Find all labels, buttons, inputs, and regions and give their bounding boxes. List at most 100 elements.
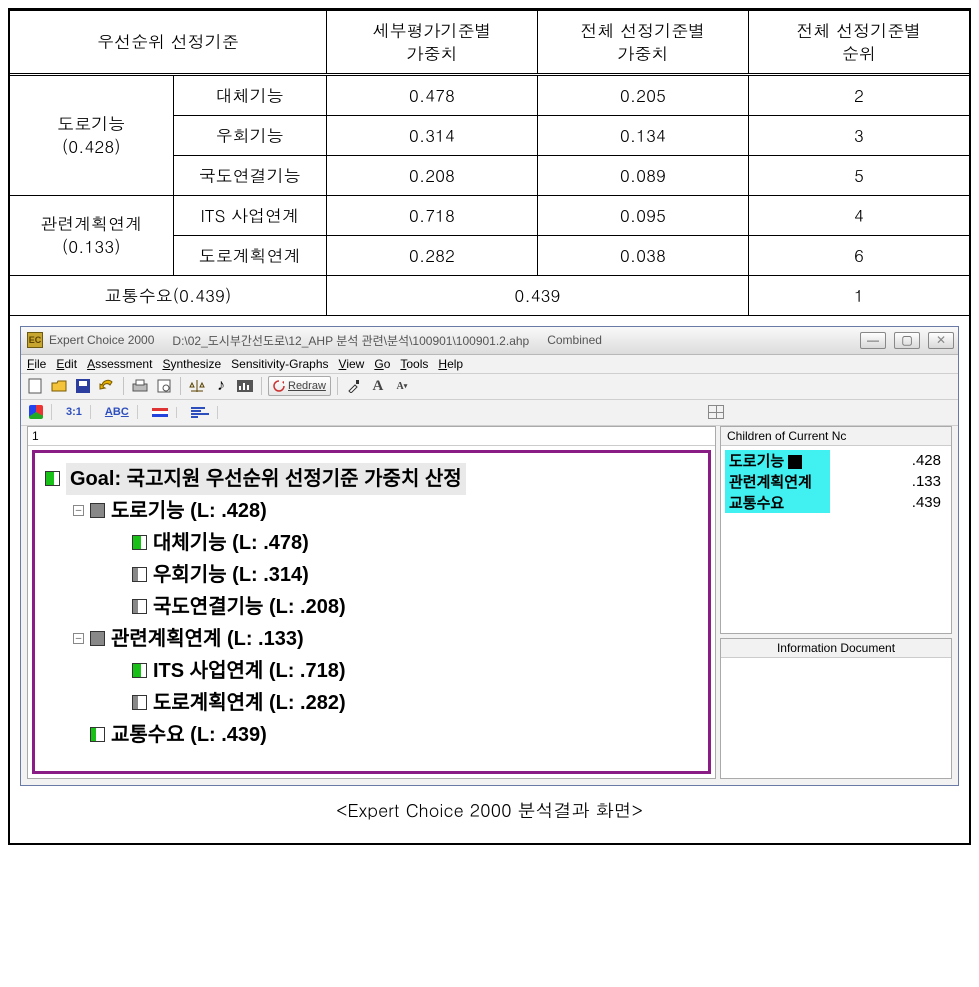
weights-table: 우선순위 선정기준 세부평가기준별 가중치 전체 선정기준별 가중치 전체 선정… bbox=[10, 10, 969, 316]
g2r1-gw: 0.095 bbox=[537, 195, 748, 235]
g2r1-w: 0.718 bbox=[326, 195, 537, 235]
undo-icon[interactable] bbox=[97, 376, 117, 396]
g1r2-sub: 우회기능 bbox=[173, 115, 326, 155]
group2-label: 관련계획연계 (0.133) bbox=[10, 195, 173, 275]
tree-node-road[interactable]: – 도로기능 (L: .428) bbox=[45, 495, 698, 527]
dropper-icon[interactable] bbox=[344, 376, 364, 396]
col-criteria: 우선순위 선정기준 bbox=[10, 11, 326, 75]
info-panel-title: Information Document bbox=[721, 639, 951, 658]
chart-icon[interactable] bbox=[235, 376, 255, 396]
tree-node-road-c[interactable]: . 국도연결기능 (L: .208) bbox=[45, 591, 698, 623]
tree-node-plan[interactable]: – 관련계획연계 (L: .133) bbox=[45, 623, 698, 655]
new-file-icon[interactable] bbox=[25, 376, 45, 396]
note-icon[interactable]: ♪ bbox=[211, 376, 231, 396]
g1r3-gw: 0.089 bbox=[537, 155, 748, 195]
group3-rank: 1 bbox=[748, 275, 969, 315]
minimize-button[interactable]: — bbox=[860, 332, 886, 349]
child-name: 관련계획연계 bbox=[725, 471, 830, 492]
tree-node-demand[interactable]: . 교통수요 (L: .439) bbox=[45, 719, 698, 751]
g1r1-gw: 0.205 bbox=[537, 74, 748, 115]
node-icon bbox=[45, 471, 60, 486]
node-icon bbox=[132, 567, 147, 582]
g2r1-rank: 4 bbox=[748, 195, 969, 235]
menu-help[interactable]: Help bbox=[438, 357, 463, 371]
menu-assessment[interactable]: Assessment bbox=[87, 357, 152, 371]
app-title: Expert Choice 2000 bbox=[49, 333, 154, 347]
children-panel-title: Children of Current Nc bbox=[721, 427, 951, 446]
grid-icon[interactable] bbox=[708, 405, 724, 419]
balance-icon[interactable] bbox=[187, 376, 207, 396]
mode-label: Combined bbox=[547, 333, 602, 347]
info-panel-body[interactable] bbox=[721, 658, 951, 778]
g1r3-w: 0.208 bbox=[326, 155, 537, 195]
g1r3-rank: 5 bbox=[748, 155, 969, 195]
menubar: File Edit Assessment Synthesize Sensitiv… bbox=[21, 355, 958, 374]
menu-file[interactable]: File bbox=[27, 357, 46, 371]
node-icon bbox=[132, 535, 147, 550]
info-panel: Information Document bbox=[720, 638, 952, 779]
g1r2-gw: 0.134 bbox=[537, 115, 748, 155]
menu-synthesize[interactable]: Synthesize bbox=[162, 357, 221, 371]
hierarchy-tree[interactable]: Goal: 국고지원 우선순위 선정기준 가중치 산정 – 도로기능 (L: .… bbox=[32, 450, 711, 774]
menu-view[interactable]: View bbox=[339, 357, 365, 371]
tree-pane: 1 Goal: 국고지원 우선순위 선정기준 가중치 산정 – 도로기능 (L:… bbox=[27, 426, 716, 779]
redraw-button[interactable]: Redraw bbox=[268, 376, 331, 396]
group3-gw: 0.439 bbox=[326, 275, 748, 315]
bands-tab[interactable] bbox=[148, 407, 177, 418]
menu-go[interactable]: Go bbox=[374, 357, 390, 371]
node-icon bbox=[132, 599, 147, 614]
col-sub-weight: 세부평가기준별 가중치 bbox=[326, 11, 537, 75]
print-icon[interactable] bbox=[130, 376, 150, 396]
g1r1-rank: 2 bbox=[748, 74, 969, 115]
children-panel: Children of Current Nc 도로기능 .428 관련계획연계 … bbox=[720, 426, 952, 634]
g1r2-rank: 3 bbox=[748, 115, 969, 155]
collapse-icon[interactable]: – bbox=[73, 505, 84, 516]
g1r1-sub: 대체기능 bbox=[173, 74, 326, 115]
menu-edit[interactable]: Edit bbox=[56, 357, 77, 371]
g2r1-sub: ITS 사업연계 bbox=[173, 195, 326, 235]
save-icon[interactable] bbox=[73, 376, 93, 396]
g2r2-gw: 0.038 bbox=[537, 235, 748, 275]
tree-goal[interactable]: Goal: 국고지원 우선순위 선정기준 가중치 산정 bbox=[45, 463, 698, 495]
node-icon bbox=[90, 727, 105, 742]
child-name: 교통수요 bbox=[725, 492, 830, 513]
titlebar[interactable]: EC Expert Choice 2000 D:\02_도시부간선도로\12_A… bbox=[21, 327, 958, 355]
tree-node-plan-a[interactable]: . ITS 사업연계 (L: .718) bbox=[45, 655, 698, 687]
group3-label: 교통수요(0.439) bbox=[10, 275, 326, 315]
open-file-icon[interactable] bbox=[49, 376, 69, 396]
maximize-button[interactable]: ▢ bbox=[894, 332, 920, 349]
tree-node-road-b[interactable]: . 우회기능 (L: .314) bbox=[45, 559, 698, 591]
menu-tools[interactable]: Tools bbox=[400, 357, 428, 371]
node-icon bbox=[90, 631, 105, 646]
ratio-tab[interactable]: 3:1 bbox=[62, 405, 91, 419]
col-total-weight: 전체 선정기준별 가중치 bbox=[537, 11, 748, 75]
g2r2-w: 0.282 bbox=[326, 235, 537, 275]
g1r1-w: 0.478 bbox=[326, 74, 537, 115]
rgb-cube-icon bbox=[29, 405, 43, 419]
child-row[interactable]: 도로기능 .428 bbox=[725, 450, 947, 471]
print-preview-icon[interactable] bbox=[154, 376, 174, 396]
tree-node-road-a[interactable]: . 대체기능 (L: .478) bbox=[45, 527, 698, 559]
node-icon bbox=[132, 663, 147, 678]
tree-node-plan-b[interactable]: . 도로계획연계 (L: .282) bbox=[45, 687, 698, 719]
col-rank: 전체 선정기준별 순위 bbox=[748, 11, 969, 75]
font-small-icon[interactable]: A▾ bbox=[392, 376, 412, 396]
collapse-icon[interactable]: – bbox=[73, 633, 84, 644]
child-row[interactable]: 교통수요 .439 bbox=[725, 492, 947, 513]
expert-choice-window: EC Expert Choice 2000 D:\02_도시부간선도로\12_A… bbox=[20, 326, 959, 786]
node-icon bbox=[132, 695, 147, 710]
close-button[interactable]: ✕ bbox=[928, 332, 954, 349]
app-icon: EC bbox=[27, 332, 43, 348]
menu-sensitivity[interactable]: Sensitivity-Graphs bbox=[231, 357, 328, 371]
abc-tab[interactable]: ABC bbox=[101, 405, 138, 419]
font-large-icon[interactable]: A bbox=[368, 376, 388, 396]
group1-label: 도로기능 (0.428) bbox=[10, 74, 173, 195]
cube-tab[interactable] bbox=[25, 404, 52, 420]
toolbar-secondary: 3:1 ABC bbox=[21, 400, 958, 426]
tree-pane-header: 1 bbox=[28, 427, 715, 446]
child-value: .133 bbox=[830, 473, 947, 490]
child-row[interactable]: 관련계획연계 .133 bbox=[725, 471, 947, 492]
bars-tab[interactable] bbox=[187, 406, 218, 419]
file-path: D:\02_도시부간선도로\12_AHP 분석 관련\분석\100901\100… bbox=[172, 332, 529, 349]
bands-icon bbox=[152, 408, 168, 417]
